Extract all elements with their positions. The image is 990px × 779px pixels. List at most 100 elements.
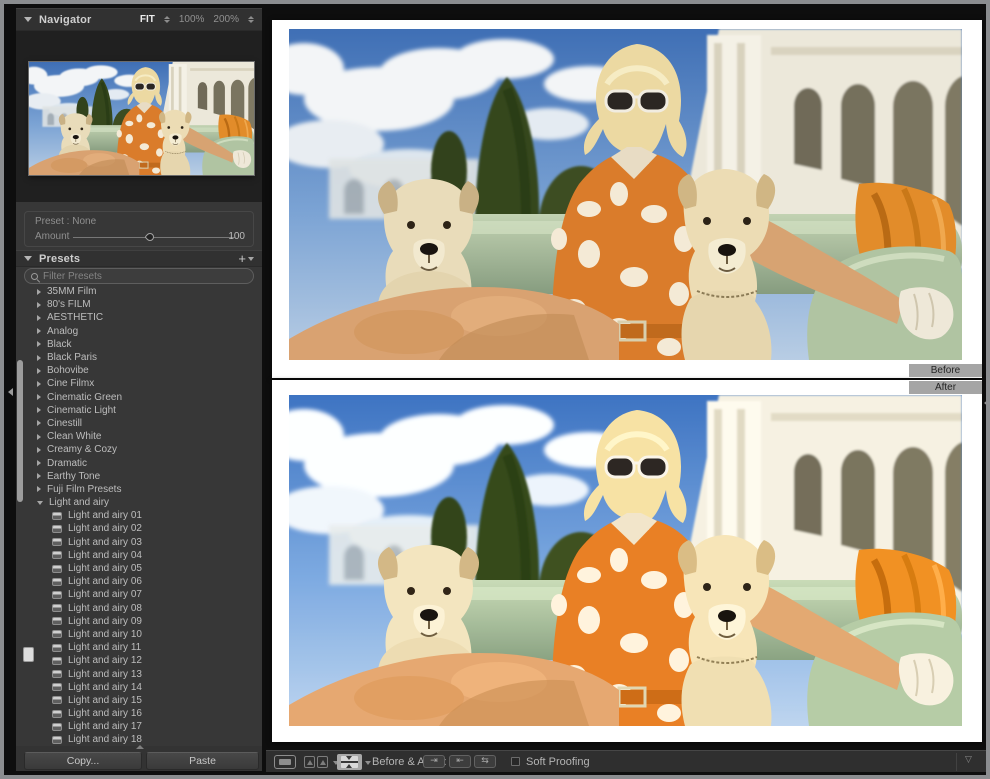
before-photo[interactable] <box>289 29 962 360</box>
preset-item-row[interactable]: Light and airy 02 <box>16 522 262 535</box>
folder-expand-icon[interactable] <box>37 473 41 480</box>
preset-thumbnail-icon <box>52 643 62 652</box>
before-after-lr-icon <box>303 756 315 768</box>
preset-folder-row[interactable]: Cinestill <box>16 417 262 430</box>
copy-after-to-before-button[interactable]: ⇤ <box>449 755 471 768</box>
preset-folder-row[interactable]: Black <box>16 338 262 351</box>
preset-folder-row[interactable]: Dramatic <box>16 456 262 469</box>
preset-folder-row[interactable]: AESTHETIC <box>16 311 262 324</box>
left-panel-scrollbar-thumb[interactable] <box>17 360 23 502</box>
preset-item-row[interactable]: Light and airy 11 <box>16 641 262 654</box>
preset-item-row[interactable]: Light and airy 06 <box>16 575 262 588</box>
copy-button[interactable]: Copy... <box>24 752 142 770</box>
preset-item-row[interactable]: Light and airy 10 <box>16 628 262 641</box>
preset-item-row[interactable]: Light and airy 14 <box>16 681 262 694</box>
folder-expand-icon[interactable] <box>37 341 41 348</box>
folder-expand-icon[interactable] <box>37 354 41 361</box>
presets-collapse-icon[interactable] <box>24 256 32 261</box>
preset-folder-row[interactable]: Cinematic Green <box>16 391 262 404</box>
before-after-topbottom-button[interactable] <box>337 754 362 770</box>
navigator-panel-header[interactable]: Navigator FIT 100% 200% <box>16 8 262 31</box>
folder-expand-icon[interactable] <box>37 407 41 414</box>
folder-expand-icon[interactable] <box>37 446 41 453</box>
zoom-200-button[interactable]: 200% <box>213 14 239 25</box>
preset-folder-row[interactable]: Black Paris <box>16 351 262 364</box>
preset-thumbnail-icon <box>52 604 62 613</box>
preset-folder-row[interactable]: Creamy & Cozy <box>16 443 262 456</box>
loupe-view-button[interactable] <box>274 755 296 769</box>
preset-thumbnail-icon <box>52 656 62 665</box>
amount-slider-thumb[interactable] <box>144 231 156 243</box>
presets-panel-header[interactable]: Presets + <box>16 250 262 267</box>
preset-item-row[interactable]: Light and airy 07 <box>16 588 262 601</box>
right-panel-reveal-arrow-icon[interactable] <box>984 399 986 407</box>
preset-item-row[interactable]: Light and airy 03 <box>16 536 262 549</box>
preset-item-row[interactable]: Light and airy 04 <box>16 549 262 562</box>
zoom-fit-button[interactable]: FIT <box>140 14 155 25</box>
preset-thumbnail-icon <box>52 735 62 744</box>
folder-expand-icon[interactable] <box>37 433 41 440</box>
preset-item-row[interactable]: Light and airy 12 <box>16 654 262 667</box>
soft-proofing-checkbox[interactable] <box>511 757 520 766</box>
folder-expand-icon[interactable] <box>37 301 41 308</box>
preset-item-row[interactable]: Light and airy 15 <box>16 694 262 707</box>
preset-thumbnail-icon <box>52 577 62 586</box>
preset-search-input[interactable] <box>43 270 247 282</box>
preset-search-box[interactable] <box>24 268 254 284</box>
zoom-fit-spinner-icon[interactable] <box>163 16 170 23</box>
folder-expand-icon[interactable] <box>37 288 41 295</box>
preset-thumbnail-icon <box>52 722 62 731</box>
amount-slider[interactable] <box>73 231 235 243</box>
navigator-collapse-icon[interactable] <box>24 17 32 22</box>
preset-folder-row[interactable]: Clean White <box>16 430 262 443</box>
preset-folder-row[interactable]: Earthy Tone <box>16 470 262 483</box>
zoom-100-button[interactable]: 100% <box>179 14 205 25</box>
before-after-leftright-button[interactable] <box>302 755 329 769</box>
folder-expand-icon[interactable] <box>37 314 41 321</box>
folder-expand-icon[interactable] <box>37 328 41 335</box>
toolbar-options-chevron-icon[interactable]: ▽ <box>965 755 972 765</box>
zoom-ratio-spinner-icon[interactable] <box>248 16 254 23</box>
preset-folder-row-expanded[interactable]: Light and airy <box>16 496 262 509</box>
navigator-preview[interactable] <box>16 31 262 202</box>
split-mode-caret-icon[interactable] <box>365 761 371 765</box>
preset-folder-row[interactable]: Cine Filmx <box>16 377 262 390</box>
after-photo[interactable] <box>289 395 962 726</box>
preset-folder-row[interactable]: 80's FILM <box>16 298 262 311</box>
left-panel-scrollbar-handle[interactable] <box>23 647 34 662</box>
folder-expand-icon[interactable] <box>37 394 41 401</box>
folder-expand-icon[interactable] <box>37 486 41 493</box>
preset-item-row[interactable]: Light and airy 09 <box>16 615 262 628</box>
preset-item-row[interactable]: Light and airy 13 <box>16 667 262 680</box>
left-panel: Navigator FIT 100% 200% Preset : None Am… <box>16 8 262 771</box>
preset-folder-row[interactable]: Bohovibe <box>16 364 262 377</box>
preset-thumbnail-icon <box>52 538 62 547</box>
preset-item-row[interactable]: Light and airy 16 <box>16 707 262 720</box>
folder-expand-icon[interactable] <box>37 380 41 387</box>
preset-list: 35MM Film 80's FILM AESTHETIC Analog Bla… <box>16 285 262 746</box>
preset-thumbnail-icon <box>52 630 62 639</box>
preset-thumbnail-icon <box>52 511 62 520</box>
swap-before-after-button[interactable]: ⇆ <box>474 755 496 768</box>
navigator-title: Navigator <box>39 13 92 26</box>
preset-folder-row[interactable]: 35MM Film <box>16 285 262 298</box>
add-preset-button[interactable]: + <box>238 252 246 265</box>
preset-item-row[interactable]: Light and airy 05 <box>16 562 262 575</box>
preset-item-row[interactable]: Light and airy 17 <box>16 720 262 733</box>
preset-folder-row[interactable]: Analog <box>16 325 262 338</box>
add-preset-caret-icon[interactable] <box>248 256 254 261</box>
folder-expand-icon[interactable] <box>37 367 41 374</box>
preset-item-row[interactable]: Light and airy 08 <box>16 602 262 615</box>
left-panel-collapse-arrow-icon[interactable] <box>8 388 13 396</box>
preset-item-row[interactable]: Light and airy 01 <box>16 509 262 522</box>
paste-button[interactable]: Paste <box>146 752 259 770</box>
preset-folder-row[interactable]: Fuji Film Presets <box>16 483 262 496</box>
before-after-lr-icon <box>316 756 328 768</box>
copy-before-to-after-button[interactable]: ⇥ <box>423 755 445 768</box>
navigator-thumbnail[interactable] <box>29 62 254 175</box>
folder-collapse-icon[interactable] <box>37 500 43 505</box>
folder-expand-icon[interactable] <box>37 460 41 467</box>
preset-folder-row[interactable]: Cinematic Light <box>16 404 262 417</box>
folder-expand-icon[interactable] <box>37 420 41 427</box>
bottom-toolbar: Before & After : ⇥ ⇤ ⇆ Soft Proofing ▽ <box>266 750 986 772</box>
